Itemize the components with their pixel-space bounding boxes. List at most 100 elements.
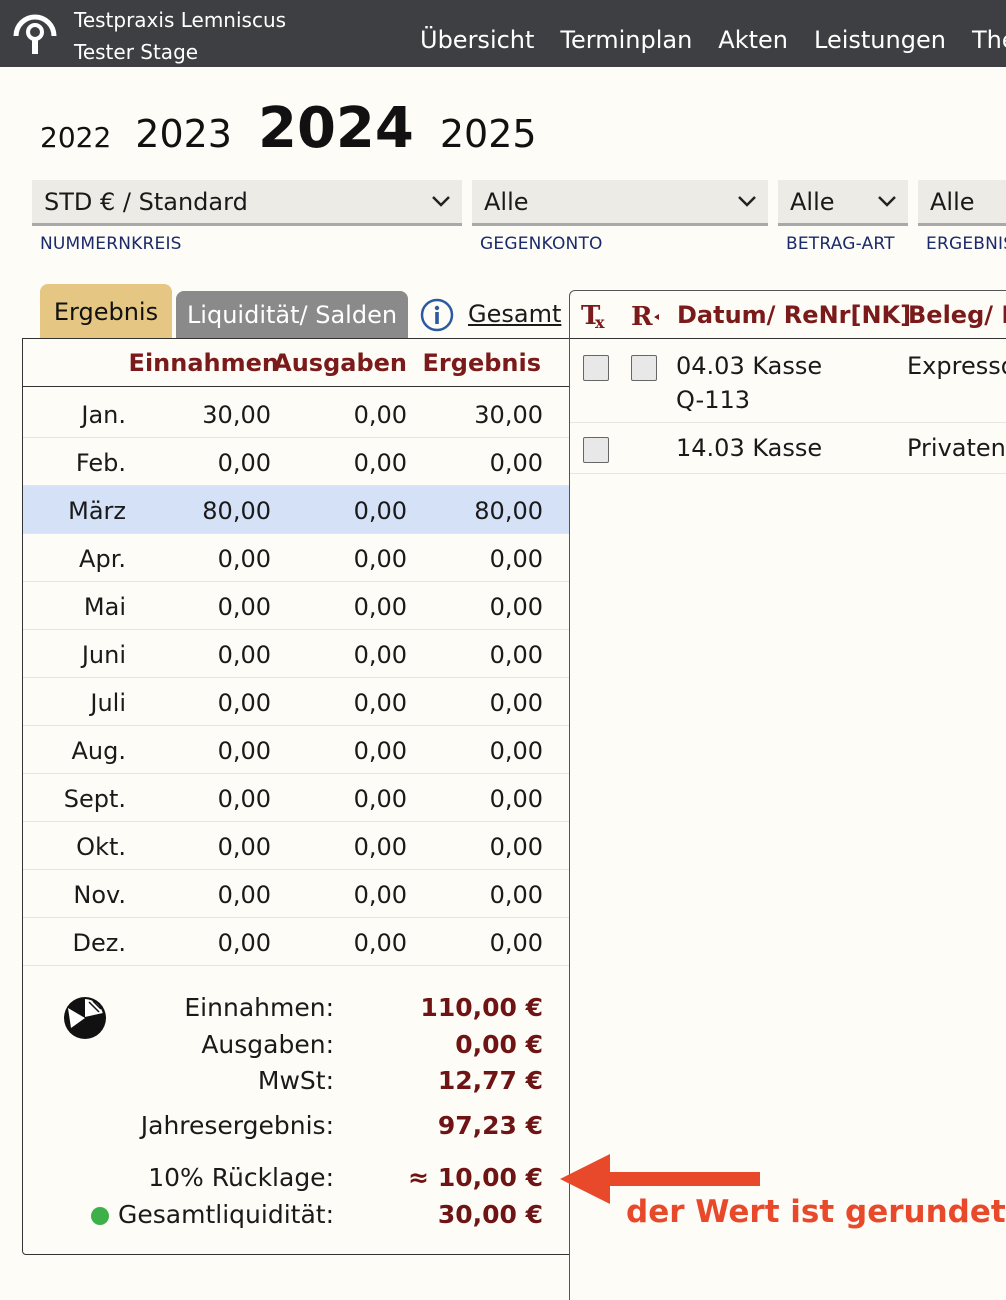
betrag-art-label: BETRAG-ART: [786, 234, 895, 254]
tab-ergebnis[interactable]: Ergebnis: [40, 284, 172, 340]
tx-checkbox[interactable]: [583, 437, 609, 463]
table-row-sept[interactable]: Sept. 0,00 0,00 0,00: [23, 774, 569, 822]
entry-date[interactable]: 04.03 Kasse: [676, 352, 822, 380]
ausgaben-value: 0,00: [353, 929, 407, 957]
r-icon[interactable]: R: [630, 299, 662, 331]
summary-jahresergebnis-label: Jahresergebnis:: [140, 1111, 334, 1140]
nav-terminplan[interactable]: Terminplan: [560, 26, 692, 54]
table-row-dez[interactable]: Dez. 0,00 0,00 0,00: [23, 918, 569, 966]
nummernkreis-select[interactable]: STD € / Standard: [32, 180, 462, 226]
year-2023[interactable]: 2023: [135, 112, 232, 156]
header-datum: Datum/ ReNr[NK]: [677, 301, 912, 329]
r-checkbox[interactable]: [631, 355, 657, 381]
einnahmen-value: 0,00: [217, 785, 271, 813]
month-label: Jan.: [81, 401, 126, 429]
table-row-apr[interactable]: Apr. 0,00 0,00 0,00: [23, 534, 569, 582]
table-row-okt[interactable]: Okt. 0,00 0,00 0,00: [23, 822, 569, 870]
einnahmen-value: 0,00: [217, 641, 271, 669]
nav-leistungen[interactable]: Leistungen: [814, 26, 946, 54]
table-row-aug[interactable]: Aug. 0,00 0,00 0,00: [23, 726, 569, 774]
summary-einnahmen-value: 110,00 €: [420, 993, 543, 1022]
entry-renr[interactable]: Q-113: [676, 386, 750, 414]
tx-icon[interactable]: T x: [580, 299, 612, 331]
nav-akten[interactable]: Akten: [718, 26, 788, 54]
ergebnis-select[interactable]: Alle: [918, 180, 1006, 226]
month-label: März: [68, 497, 126, 525]
betrag-art-select[interactable]: Alle: [778, 180, 908, 226]
header-einnahmen: Einnahmen: [128, 349, 279, 377]
nav-therapie[interactable]: Ther: [972, 26, 1006, 54]
entry-beleg[interactable]: Expressq: [907, 352, 1006, 380]
practice-name: Testpraxis Lemniscus: [74, 8, 287, 32]
einnahmen-value: 0,00: [217, 689, 271, 717]
summary-ausgaben-label: Ausgaben:: [201, 1030, 334, 1059]
einnahmen-value: 0,00: [217, 833, 271, 861]
einnahmen-value: 30,00: [202, 401, 271, 429]
ergebnis-value: 30,00: [474, 401, 543, 429]
summary-jahresergebnis-value: 97,23 €: [437, 1111, 543, 1140]
nummernkreis-label: NUMMERNKREIS: [40, 234, 182, 254]
month-label: Dez.: [72, 929, 126, 957]
top-bar: Testpraxis Lemniscus Tester Stage Übersi…: [0, 0, 1006, 67]
summary-mwst-value: 12,77 €: [437, 1066, 543, 1095]
ergebnis-value: 0,00: [489, 881, 543, 909]
tx-checkbox[interactable]: [583, 355, 609, 381]
year-2024-selected[interactable]: 2024: [258, 96, 414, 161]
table-row-nov[interactable]: Nov. 0,00 0,00 0,00: [23, 870, 569, 918]
einnahmen-value: 0,00: [217, 737, 271, 765]
ausgaben-value: 0,00: [353, 881, 407, 909]
summary-gesamtliquiditaet-value: 30,00 €: [437, 1200, 543, 1229]
svg-text:x: x: [595, 313, 605, 331]
chevron-down-icon: [432, 196, 450, 207]
ausgaben-value: 0,00: [353, 545, 407, 573]
ergebnis-value: 0,00: [489, 833, 543, 861]
ergebnis-value: 0,00: [489, 449, 543, 477]
month-label: Nov.: [73, 881, 126, 909]
practice-logo-icon: [13, 14, 57, 54]
table-row-feb[interactable]: Feb. 0,00 0,00 0,00: [23, 438, 569, 486]
nav-uebersicht[interactable]: Übersicht: [420, 26, 534, 54]
table-row-maerz-selected[interactable]: März 80,00 0,00 80,00: [23, 486, 569, 534]
ausgaben-value: 0,00: [353, 641, 407, 669]
table-row-juli[interactable]: Juli 0,00 0,00 0,00: [23, 678, 569, 726]
einnahmen-value: 0,00: [217, 545, 271, 573]
practice-info: Testpraxis Lemniscus Tester Stage: [74, 4, 286, 67]
einnahmen-value: 0,00: [217, 449, 271, 477]
pie-chart-icon[interactable]: [61, 994, 109, 1042]
ausgaben-value: 0,00: [353, 401, 407, 429]
tab-liquiditaet-salden[interactable]: Liquidität/ Salden: [176, 291, 408, 340]
practice-stage: Tester Stage: [74, 40, 199, 64]
gegenkonto-select[interactable]: Alle: [472, 180, 768, 226]
betrag-art-value: Alle: [790, 188, 835, 216]
einnahmen-value: 80,00: [202, 497, 271, 525]
ausgaben-value: 0,00: [353, 785, 407, 813]
annotation-text: der Wert ist gerundet: [626, 1194, 1006, 1230]
month-label: Mai: [83, 593, 126, 621]
table-row-juni[interactable]: Juni 0,00 0,00 0,00: [23, 630, 569, 678]
gesamt-link[interactable]: Gesamt: [468, 300, 561, 328]
summary-einnahmen-label: Einnahmen:: [184, 993, 334, 1022]
summary-ruecklage-value: ≈ 10,00 €: [408, 1163, 543, 1192]
table-row-jan[interactable]: Jan. 30,00 0,00 30,00: [23, 390, 569, 438]
year-2022[interactable]: 2022: [40, 121, 111, 154]
ausgaben-value: 0,00: [353, 497, 407, 525]
year-2025[interactable]: 2025: [440, 112, 537, 156]
entry-date[interactable]: 14.03 Kasse: [676, 434, 822, 462]
nummernkreis-value: STD € / Standard: [44, 188, 248, 216]
month-label: Apr.: [79, 545, 126, 573]
info-icon[interactable]: [420, 298, 454, 332]
summary-gesamtliquiditaet-label: Gesamtliquidität:: [118, 1200, 334, 1229]
ergebnis-filter-label: ERGEBNIS: [926, 234, 1006, 254]
month-label: Sept.: [63, 785, 126, 813]
entry-beleg[interactable]: Privatent: [907, 434, 1006, 462]
entries-header: T x R Datum/ ReNr[NK] Beleg/ K: [570, 291, 1006, 339]
ausgaben-value: 0,00: [353, 449, 407, 477]
header-ergebnis: Ergebnis: [422, 349, 541, 377]
header-ausgaben: Ausgaben: [273, 349, 407, 377]
table-row-mai[interactable]: Mai 0,00 0,00 0,00: [23, 582, 569, 630]
month-label: Aug.: [71, 737, 127, 765]
summary-ruecklage-label: 10% Rücklage:: [148, 1163, 334, 1192]
main-nav: Übersicht Terminplan Akten Leistungen Th…: [420, 26, 1006, 54]
ergebnis-value: 80,00: [474, 497, 543, 525]
chevron-down-icon: [738, 196, 756, 207]
